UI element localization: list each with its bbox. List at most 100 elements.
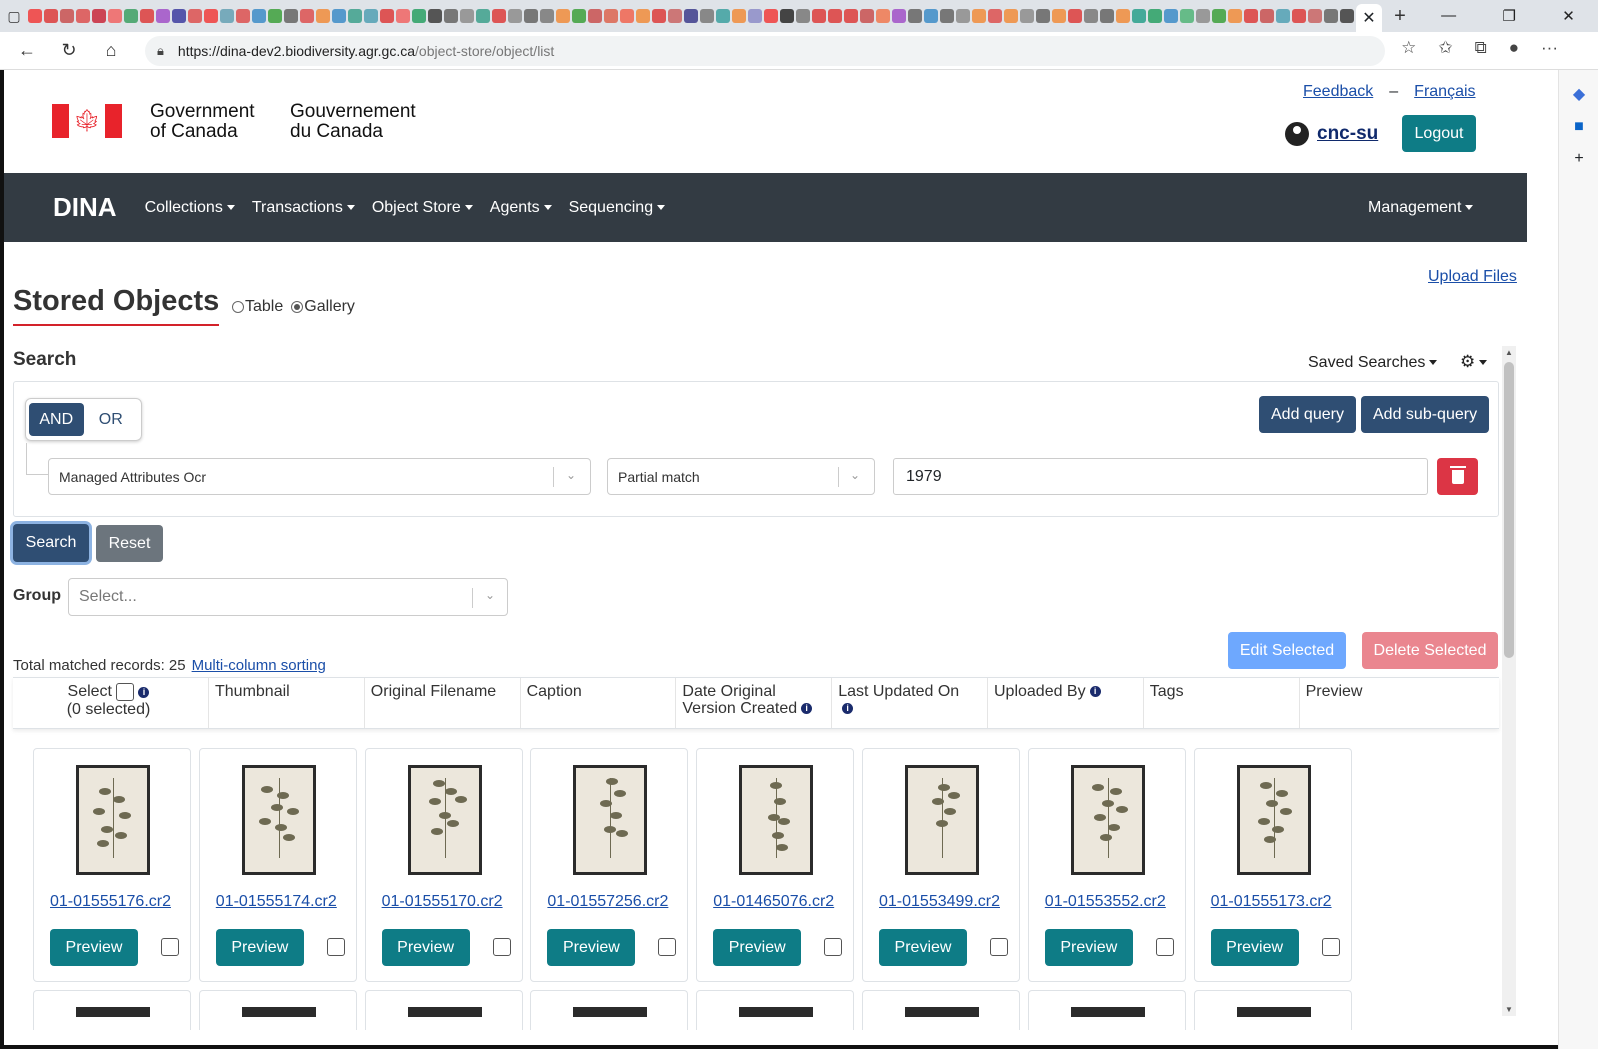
pinned-tab-52[interactable] bbox=[860, 9, 874, 23]
profile-avatar-icon[interactable]: ● bbox=[1509, 38, 1519, 58]
pinned-tab-10[interactable] bbox=[188, 9, 202, 23]
pinned-tab-43[interactable] bbox=[716, 9, 730, 23]
pinned-tab-44[interactable] bbox=[732, 9, 746, 23]
brand-logo[interactable]: DINA bbox=[53, 192, 117, 223]
pinned-tab-77[interactable] bbox=[1260, 9, 1274, 23]
pinned-tab-45[interactable] bbox=[748, 9, 762, 23]
specimen-thumbnail[interactable] bbox=[1236, 765, 1311, 875]
pinned-tab-62[interactable] bbox=[1020, 9, 1034, 23]
pinned-tab-55[interactable] bbox=[908, 9, 922, 23]
pinned-tab-66[interactable] bbox=[1084, 9, 1098, 23]
pinned-tab-79[interactable] bbox=[1292, 9, 1306, 23]
pinned-tab-18[interactable] bbox=[316, 9, 330, 23]
pinned-tab-3[interactable] bbox=[76, 9, 90, 23]
column-original-filename[interactable]: Original Filename bbox=[365, 678, 521, 728]
favorite-star-icon[interactable]: ☆ bbox=[1401, 38, 1416, 58]
preview-button[interactable]: Preview bbox=[215, 929, 304, 966]
pinned-tab-7[interactable] bbox=[140, 9, 154, 23]
card-select-checkbox[interactable] bbox=[161, 938, 179, 956]
new-tab-icon[interactable]: + bbox=[1382, 5, 1418, 28]
add-query-button[interactable]: Add query bbox=[1259, 396, 1356, 433]
pinned-tab-31[interactable] bbox=[524, 9, 538, 23]
pinned-tab-24[interactable] bbox=[412, 9, 426, 23]
info-icon[interactable]: i bbox=[842, 703, 854, 715]
specimen-thumbnail[interactable] bbox=[76, 765, 150, 875]
pinned-tab-22[interactable] bbox=[380, 9, 394, 23]
pinned-tab-20[interactable] bbox=[348, 9, 362, 23]
logout-button[interactable]: Logout bbox=[1402, 115, 1476, 152]
pinned-tab-40[interactable] bbox=[668, 9, 682, 23]
pinned-tab-57[interactable] bbox=[940, 9, 954, 23]
pinned-tab-58[interactable] bbox=[956, 9, 970, 23]
specimen-thumbnail[interactable] bbox=[573, 765, 648, 875]
pinned-tab-51[interactable] bbox=[844, 9, 858, 23]
pinned-tab-25[interactable] bbox=[428, 9, 442, 23]
search-value-input[interactable]: 1979 bbox=[893, 458, 1428, 495]
filename-link[interactable]: 01-01553499.cr2 bbox=[879, 893, 1000, 911]
pinned-tab-12[interactable] bbox=[220, 9, 234, 23]
pinned-tab-76[interactable] bbox=[1244, 9, 1258, 23]
filename-link[interactable]: 01-01557256.cr2 bbox=[547, 893, 668, 911]
filename-link[interactable]: 01-01555173.cr2 bbox=[1211, 893, 1332, 911]
column-uploaded-by[interactable]: Uploaded By i bbox=[988, 678, 1144, 728]
specimen-thumbnail[interactable] bbox=[241, 1007, 316, 1017]
add-subquery-button[interactable]: Add sub-query bbox=[1361, 396, 1490, 433]
filename-link[interactable]: 01-01465076.cr2 bbox=[713, 893, 834, 911]
pinned-tab-72[interactable] bbox=[1180, 9, 1194, 23]
preview-button[interactable]: Preview bbox=[547, 929, 636, 966]
info-icon[interactable]: i bbox=[1089, 686, 1101, 698]
pinned-tab-46[interactable] bbox=[764, 9, 778, 23]
minimize-icon[interactable]: — bbox=[1441, 7, 1456, 25]
nav-sequencing[interactable]: Sequencing bbox=[569, 199, 666, 217]
pinned-tab-23[interactable] bbox=[396, 9, 410, 23]
nav-object-store[interactable]: Object Store bbox=[372, 199, 473, 217]
preview-button[interactable]: Preview bbox=[381, 929, 470, 966]
specimen-thumbnail[interactable] bbox=[407, 1007, 482, 1017]
pinned-tab-32[interactable] bbox=[540, 9, 554, 23]
filename-link[interactable]: 01-01555176.cr2 bbox=[50, 893, 171, 911]
pinned-tab-54[interactable] bbox=[892, 9, 906, 23]
preview-button[interactable]: Preview bbox=[1044, 929, 1133, 966]
specimen-thumbnail[interactable] bbox=[905, 1007, 979, 1017]
card-select-checkbox[interactable] bbox=[990, 938, 1008, 956]
gallery-view-label[interactable]: Gallery bbox=[304, 298, 355, 316]
pinned-tab-36[interactable] bbox=[604, 9, 618, 23]
pinned-tab-59[interactable] bbox=[972, 9, 986, 23]
card-select-checkbox[interactable] bbox=[326, 938, 345, 956]
preview-button[interactable]: Preview bbox=[1210, 929, 1299, 966]
pinned-tab-61[interactable] bbox=[1004, 9, 1018, 23]
group-select[interactable]: Select... ⌄ bbox=[68, 578, 508, 616]
pinned-tab-53[interactable] bbox=[876, 9, 890, 23]
delete-selected-button[interactable]: Delete Selected bbox=[1362, 632, 1498, 669]
specimen-thumbnail[interactable] bbox=[241, 765, 316, 875]
pinned-tab-69[interactable] bbox=[1132, 9, 1146, 23]
card-select-checkbox[interactable] bbox=[1321, 938, 1340, 956]
close-window-icon[interactable]: ✕ bbox=[1562, 7, 1575, 25]
field-select[interactable]: Managed Attributes Ocr ⌄ bbox=[48, 458, 591, 495]
pinned-tab-14[interactable] bbox=[252, 9, 266, 23]
delete-query-button[interactable] bbox=[1437, 458, 1478, 495]
preview-button[interactable]: Preview bbox=[879, 929, 967, 966]
match-type-select[interactable]: Partial match ⌄ bbox=[607, 458, 875, 495]
tab-actions-icon[interactable]: ▢ bbox=[0, 0, 28, 32]
pinned-tab-49[interactable] bbox=[812, 9, 826, 23]
pinned-tab-38[interactable] bbox=[636, 9, 650, 23]
upload-files-link[interactable]: Upload Files bbox=[1428, 268, 1517, 286]
pinned-tab-50[interactable] bbox=[828, 9, 842, 23]
pinned-tab-71[interactable] bbox=[1164, 9, 1178, 23]
pinned-tab-35[interactable] bbox=[588, 9, 602, 23]
info-icon[interactable]: i bbox=[801, 703, 813, 715]
pinned-tab-68[interactable] bbox=[1116, 9, 1130, 23]
pinned-tab-16[interactable] bbox=[284, 9, 298, 23]
pinned-tab-33[interactable] bbox=[556, 9, 570, 23]
add-sidebar-icon[interactable]: + bbox=[1559, 150, 1598, 168]
column-last-updated[interactable]: Last Updated On i bbox=[832, 678, 988, 728]
pinned-tab-42[interactable] bbox=[700, 9, 714, 23]
copilot-icon[interactable]: ◆ bbox=[1559, 84, 1598, 104]
pinned-tab-63[interactable] bbox=[1036, 9, 1050, 23]
card-select-checkbox[interactable] bbox=[492, 938, 511, 956]
card-select-checkbox[interactable] bbox=[824, 938, 843, 956]
pinned-tab-78[interactable] bbox=[1276, 9, 1290, 23]
pinned-tab-56[interactable] bbox=[924, 9, 938, 23]
filename-link[interactable]: 01-01555170.cr2 bbox=[382, 893, 503, 911]
